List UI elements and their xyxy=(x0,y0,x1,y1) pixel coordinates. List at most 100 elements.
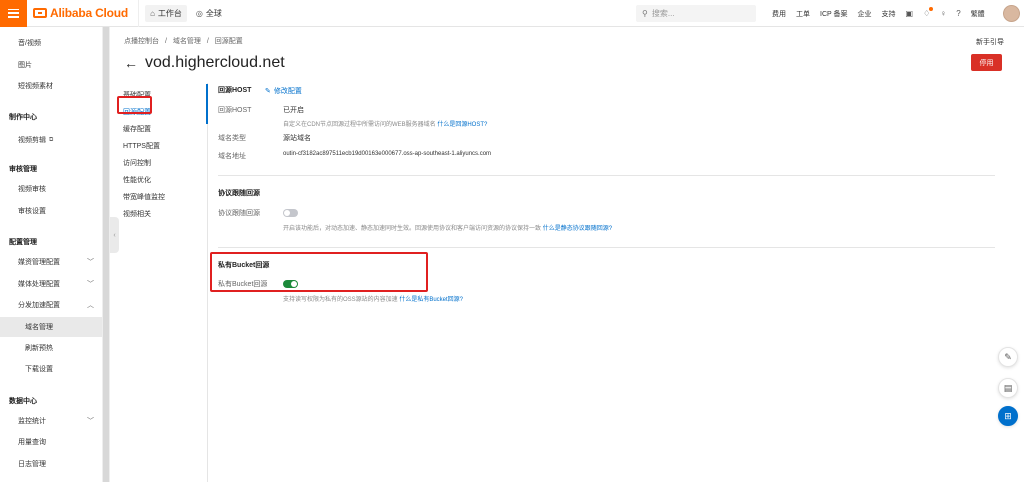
sidebar-item-label: 视频剪辑 xyxy=(18,137,46,144)
disable-button[interactable]: 停用 xyxy=(971,54,1002,71)
sidebar-item-audio-video[interactable]: 音/视频 xyxy=(0,33,102,53)
workbench-label: 工作台 xyxy=(157,8,182,18)
sidebar-item-review-settings[interactable]: 审核设置 xyxy=(0,201,102,221)
main-content: 点播控制台 / 域名管理 / 回源配置 新手引导 ← vod.higherclo… xyxy=(110,27,1024,482)
sidebar-item-label: 短视频素材 xyxy=(18,83,53,90)
section-title-protocol: 协议跟随回源 xyxy=(218,190,260,197)
private-bucket-help: 支持读写权限为私有的OSS源站的内容加速 什么是私有Bucket回源? xyxy=(283,294,463,303)
sidebar-item-label: 媒体处理配置 xyxy=(18,281,60,288)
edit-config-label: 修改配置 xyxy=(273,88,302,95)
breadcrumb-current: 回源配置 xyxy=(214,38,243,45)
workbench-link[interactable]: ⌂ 工作台 xyxy=(145,4,187,22)
lightbulb-icon[interactable]: ♀ xyxy=(940,9,946,18)
sidebar-item-download-settings[interactable]: 下载设置 xyxy=(0,359,102,379)
section-divider xyxy=(218,175,995,176)
highlight-box-private-bucket xyxy=(210,252,428,292)
protocol-help-link[interactable]: 什么是静态协议跟随回源? xyxy=(543,226,612,232)
subnav-video[interactable]: 视频相关 xyxy=(123,205,207,222)
breadcrumb-separator: / xyxy=(164,38,167,45)
right-nav: 费用 工单 ICP 备案 企业 支持 ▣ ♢ ♀ ? 繁體 xyxy=(772,0,995,27)
sidebar-item-video-editing[interactable]: 视频剪辑 ⧉ xyxy=(0,130,102,150)
region-selector[interactable]: ◎ 全球 xyxy=(191,5,227,22)
nav-enterprise[interactable]: 企业 xyxy=(858,9,872,19)
nav-fee[interactable]: 费用 xyxy=(772,9,786,19)
apps-button[interactable]: ⊞ xyxy=(998,406,1018,426)
help-icon[interactable]: ? xyxy=(956,9,960,18)
subnav-cache[interactable]: 缓存配置 xyxy=(123,120,207,137)
sidebar-item-media-processing-config[interactable]: 媒体处理配置 ﹀ xyxy=(0,274,102,294)
private-bucket-help-text: 支持读写权限为私有的OSS源站的内容加速 xyxy=(283,297,398,303)
sidebar-item-label: 监控统计 xyxy=(18,418,46,425)
protocol-follow-toggle[interactable] xyxy=(283,209,298,217)
section-divider xyxy=(218,247,995,248)
chevron-up-icon: ︿ xyxy=(87,302,94,309)
highlight-box-subnav xyxy=(117,96,152,114)
newbie-guide-link[interactable]: 新手引导 xyxy=(976,37,1004,47)
breadcrumb-domain-management[interactable]: 域名管理 xyxy=(173,38,201,45)
protocol-follow-label: 协议跟随回源 xyxy=(218,210,260,217)
sidebar-item-label: 音/视频 xyxy=(18,40,41,47)
region-label: 全球 xyxy=(205,8,222,18)
sidebar-item-label: 图片 xyxy=(18,62,32,69)
sidebar-scrollbar[interactable] xyxy=(102,27,110,482)
sidebar-item-label: 域名管理 xyxy=(25,324,53,331)
search-icon: ⚲ xyxy=(642,9,648,18)
sidebar-item-log-management[interactable]: 日志管理 xyxy=(0,454,102,474)
origin-host-label: 回源HOST xyxy=(218,107,252,114)
sidebar-group-config: 配置管理 xyxy=(9,239,37,246)
private-bucket-help-link[interactable]: 什么是私有Bucket回源? xyxy=(399,297,463,303)
sidebar-item-images[interactable]: 图片 xyxy=(0,55,102,75)
sidebar-item-label: 视频审核 xyxy=(18,186,46,193)
sidebar-group-data-center: 数据中心 xyxy=(9,398,37,405)
sidebar: 音/视频 图片 短视频素材 制作中心 视频剪辑 ⧉ 审核管理 视频审核 审核设置 … xyxy=(0,27,110,482)
terminal-icon[interactable]: ▣ xyxy=(906,9,914,18)
sidebar-item-monitoring[interactable]: 监控统计 ﹀ xyxy=(0,411,102,431)
breadcrumb-console[interactable]: 点播控制台 xyxy=(124,38,159,45)
protocol-help-text: 开启该功能后，对动态加速、静态加速同时生效。回源使用协议和客户端访问资源的协议保… xyxy=(283,226,542,232)
sidebar-item-label: 刷新预热 xyxy=(25,345,53,352)
subnav-access-control[interactable]: 访问控制 xyxy=(123,154,207,171)
sidebar-item-distribution-config[interactable]: 分发加速配置 ︿ xyxy=(0,295,102,315)
external-link-icon: ⧉ xyxy=(49,136,54,143)
edit-config-link[interactable]: ✎ 修改配置 xyxy=(265,86,302,96)
menu-button[interactable] xyxy=(0,0,27,27)
subnav-active-indicator xyxy=(206,84,208,124)
chevron-down-icon: ﹀ xyxy=(87,418,94,425)
sidebar-item-video-review[interactable]: 视频审核 xyxy=(0,179,102,199)
sidebar-item-usage-query[interactable]: 用量查询 xyxy=(0,432,102,452)
chevron-down-icon: ﹀ xyxy=(87,259,94,266)
subnav-https[interactable]: HTTPS配置 xyxy=(123,137,207,154)
logo[interactable]: Alibaba Cloud xyxy=(33,6,128,20)
avatar[interactable] xyxy=(1003,5,1020,22)
nav-support[interactable]: 支持 xyxy=(882,9,896,19)
nav-icp[interactable]: ICP 备案 xyxy=(820,9,848,19)
sidebar-item-short-video[interactable]: 短视频素材 xyxy=(0,76,102,96)
grid-icon: ⊞ xyxy=(1004,410,1012,421)
section-title-origin-host: 回源HOST xyxy=(218,87,252,94)
bell-icon[interactable]: ♢ xyxy=(923,7,934,18)
back-arrow-icon[interactable]: ← xyxy=(124,55,138,71)
chat-icon: ▤ xyxy=(1003,382,1013,393)
origin-host-help-text: 自定义在CDN节点回源过程中所需访问的WEB服务器域名 xyxy=(283,122,436,128)
page-title: ← vod.highercloud.net xyxy=(124,54,285,72)
feedback-edit-button[interactable]: ✎ xyxy=(998,347,1018,367)
chat-button[interactable]: ▤ xyxy=(998,378,1018,398)
chevron-down-icon: ﹀ xyxy=(87,281,94,288)
sidebar-item-media-asset-config[interactable]: 媒资管理配置 ﹀ xyxy=(0,252,102,272)
origin-host-value: 已开启 xyxy=(283,107,304,114)
domain-type-value: 源站域名 xyxy=(283,135,311,142)
search-placeholder: 搜索... xyxy=(651,9,675,18)
subnav-performance[interactable]: 性能优化 xyxy=(123,171,207,188)
sidebar-item-domain-management[interactable]: 域名管理 xyxy=(0,317,102,337)
language-switch[interactable]: 繁體 xyxy=(971,9,985,19)
toggle-knob xyxy=(284,210,290,216)
subnav-divider xyxy=(207,83,208,482)
origin-host-help-link[interactable]: 什么是回源HOST? xyxy=(437,122,487,128)
scrollbar-thumb[interactable] xyxy=(103,27,109,482)
nav-ticket[interactable]: 工单 xyxy=(796,9,810,19)
sidebar-item-label: 用量查询 xyxy=(18,439,46,446)
subnav-bandwidth-monitor[interactable]: 带宽峰值监控 xyxy=(123,188,207,205)
sidebar-item-refresh-preheat[interactable]: 刷新预热 xyxy=(0,338,102,358)
search-input[interactable]: ⚲ 搜索... xyxy=(636,5,756,22)
logo-text: Alibaba Cloud xyxy=(50,6,129,20)
